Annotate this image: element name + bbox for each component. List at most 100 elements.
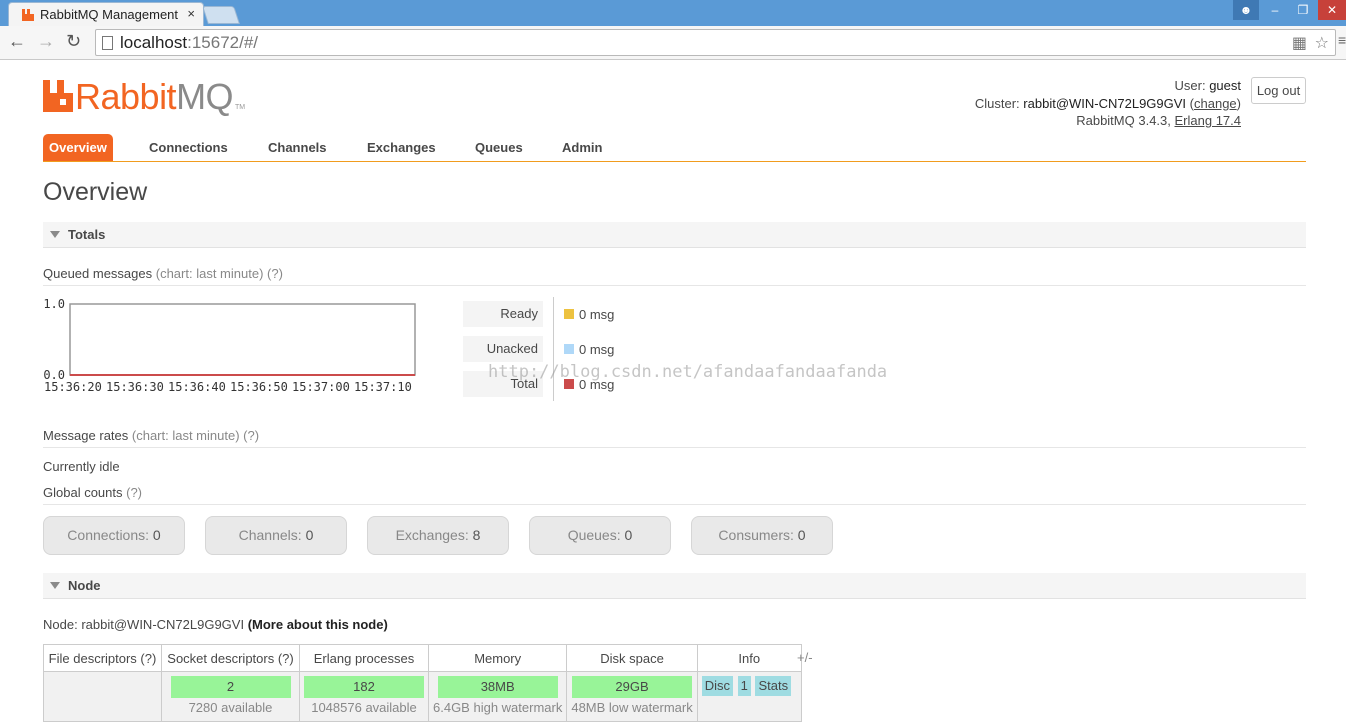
global-counts-heading: Global counts (?) [43, 485, 1306, 505]
cell-info: Disc 1 Stats [696, 671, 802, 722]
tab-connections[interactable]: Connections [149, 134, 228, 161]
rabbitmq-favicon-icon [22, 9, 34, 21]
count-exchanges[interactable]: Exchanges: 8 [367, 516, 509, 555]
cell-disk-space: 29GB 48MB low watermark [566, 671, 698, 722]
user-info: User: guest Cluster: rabbit@WIN-CN72L9G9… [974, 78, 1242, 128]
logout-button[interactable]: Log out [1251, 77, 1306, 104]
page-title: Overview [43, 178, 148, 206]
close-icon[interactable]: ✕ [1318, 0, 1346, 20]
erlang-available: 1048576 available [311, 700, 417, 715]
tab-queues[interactable]: Queues [475, 134, 523, 161]
cluster-label: Cluster: [974, 95, 1020, 111]
info-tag-disc: Disc [701, 676, 733, 696]
main-nav: Overview Connections Channels Exchanges … [43, 134, 1306, 162]
totals-section-header[interactable]: Totals [43, 222, 1306, 248]
column-toggle-button[interactable]: +/- [797, 650, 813, 665]
legend-ready-swatch [564, 309, 574, 319]
memory-bar: 38MB [437, 676, 558, 698]
node-section-header[interactable]: Node [43, 573, 1306, 599]
watermark-text: http://blog.csdn.net/afandaafandaafanda [488, 362, 888, 382]
cell-file-descriptors [43, 671, 162, 722]
col-memory: Memory [427, 644, 568, 672]
new-tab-button[interactable] [202, 6, 240, 24]
queued-messages-heading: Queued messages (chart: last minute) (?) [43, 266, 1306, 286]
tab-admin[interactable]: Admin [562, 134, 602, 161]
queued-hint[interactable]: (chart: last minute) (?) [156, 266, 283, 281]
chart-xtick-label: 15:36:30 [106, 380, 164, 394]
col-disk-space: Disk space [566, 644, 698, 672]
chart-ytick-label: 1.0 [43, 297, 65, 311]
global-label: Global counts [43, 485, 123, 500]
tab-exchanges[interactable]: Exchanges [367, 134, 436, 161]
totals-header-label: Totals [68, 227, 106, 242]
node-table: File descriptors (?) Socket descriptors … [43, 644, 802, 722]
disk-bar: 29GB [572, 676, 693, 698]
count-channels[interactable]: Channels: 0 [205, 516, 347, 555]
tab-close-icon[interactable]: × [187, 6, 195, 21]
legend-unacked-label: Unacked [463, 336, 543, 362]
table-row: 2 7280 available 182 1048576 available 3… [43, 671, 802, 722]
maximize-icon[interactable]: ❐ [1290, 0, 1316, 20]
legend-unacked-value: 0 msg [579, 342, 615, 357]
user-value: guest [1209, 78, 1241, 93]
chart-xtick-label: 15:37:10 [354, 380, 412, 394]
browser-tab[interactable]: RabbitMQ Management × [8, 2, 204, 26]
menu-icon[interactable]: ≡ [1338, 32, 1346, 48]
url-text[interactable]: localhost:15672/#/ [120, 33, 258, 53]
browser-titlebar: RabbitMQ Management × ☻ – ❐ ✕ [0, 0, 1346, 26]
page-icon [102, 36, 113, 50]
erlang-link[interactable]: Erlang 17.4 [1175, 113, 1242, 128]
socket-bar: 2 [170, 676, 291, 698]
version-text: RabbitMQ 3.4.3, [1076, 113, 1171, 128]
cluster-value: rabbit@WIN-CN72L9G9GVI [1023, 95, 1187, 111]
col-info: Info [696, 644, 802, 672]
logo-trademark: TM [235, 104, 246, 111]
translate-icon[interactable]: ▦ [1292, 33, 1307, 53]
global-hint[interactable]: (?) [126, 485, 142, 500]
forward-icon[interactable]: → [37, 31, 55, 52]
node-table-header: File descriptors (?) Socket descriptors … [43, 644, 802, 672]
back-icon[interactable]: ← [8, 31, 26, 52]
chart-xtick-label: 15:36:40 [168, 380, 226, 394]
disk-watermark: 48MB low watermark [571, 700, 693, 715]
rates-hint[interactable]: (chart: last minute) (?) [132, 428, 259, 443]
user-label: User: [1174, 78, 1206, 93]
cluster-change-link[interactable]: change [1194, 96, 1237, 111]
col-file-descriptors: File descriptors (?) [43, 644, 162, 672]
col-erlang-processes: Erlang processes [299, 644, 429, 672]
tab-channels[interactable]: Channels [268, 134, 327, 161]
idle-status: Currently idle [43, 459, 120, 474]
message-rates-heading: Message rates (chart: last minute) (?) [43, 428, 1306, 448]
star-icon[interactable]: ☆ [1315, 33, 1329, 53]
count-queues[interactable]: Queues: 0 [529, 516, 671, 555]
chart-xtick-label: 15:37:00 [292, 380, 350, 394]
col-socket-descriptors: Socket descriptors (?) [161, 644, 300, 672]
rates-label: Message rates [43, 428, 129, 443]
minimize-icon[interactable]: – [1262, 0, 1288, 20]
legend-unacked-swatch [564, 344, 574, 354]
node-header-label: Node [68, 578, 101, 593]
reload-icon[interactable]: ↻ [66, 31, 81, 52]
erlang-bar: 182 [304, 676, 424, 698]
node-value: rabbit@WIN-CN72L9G9GVI [81, 617, 245, 632]
memory-watermark: 6.4GB high watermark [433, 700, 563, 715]
cell-memory: 38MB 6.4GB high watermark [427, 671, 568, 722]
tab-overview[interactable]: Overview [43, 134, 113, 161]
info-tag-count: 1 [737, 676, 751, 696]
cell-erlang-processes: 182 1048576 available [299, 671, 429, 722]
node-info: Node: rabbit@WIN-CN72L9G9GVI (More about… [43, 617, 388, 632]
more-about-node-link[interactable]: (More about this node) [248, 617, 388, 632]
count-consumers[interactable]: Consumers: 0 [691, 516, 833, 555]
queued-label: Queued messages [43, 266, 153, 281]
socket-available: 7280 available [188, 700, 273, 715]
chart-xtick-label: 15:36:20 [44, 380, 102, 394]
cell-socket-descriptors: 2 7280 available [161, 671, 300, 722]
legend-ready-label: Ready [463, 301, 543, 327]
node-label: Node: [43, 617, 78, 632]
info-tag-stats: Stats [755, 676, 792, 696]
rabbitmq-logo-icon [43, 80, 73, 112]
count-connections[interactable]: Connections: 0 [43, 516, 185, 555]
address-bar[interactable]: localhost:15672/#/ ▦ ☆ [95, 29, 1336, 56]
user-icon[interactable]: ☻ [1233, 0, 1259, 20]
logo-text: RabbitMQ [75, 76, 234, 117]
